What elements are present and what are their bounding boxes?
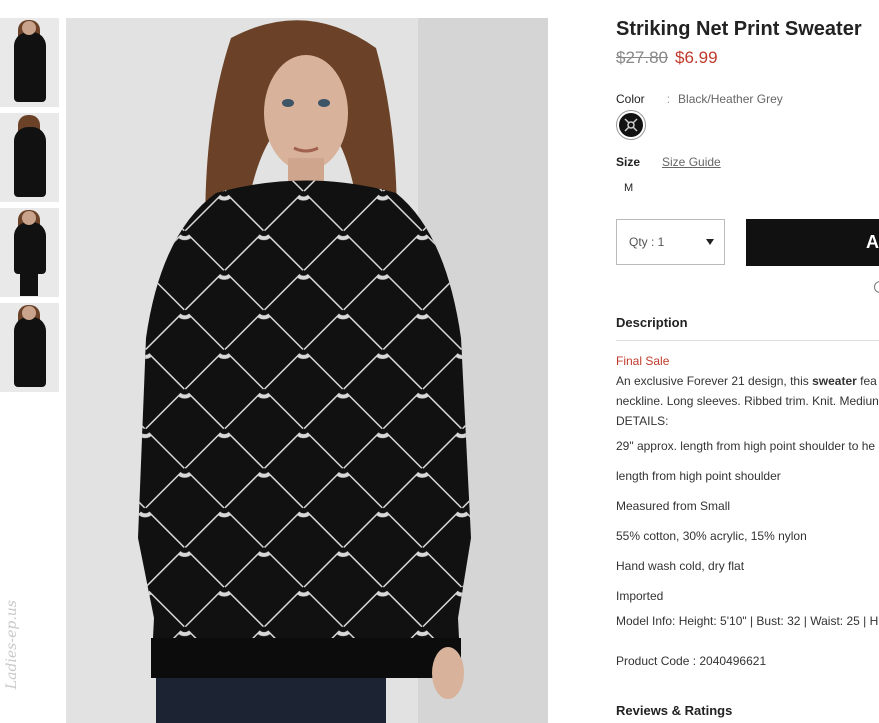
size-label: Size bbox=[616, 155, 641, 169]
description-intro: An exclusive Forever 21 design, this swe… bbox=[616, 374, 877, 388]
product-details-panel: Striking Net Print Sweater $27.80 $6.99 … bbox=[616, 0, 879, 723]
details-label: DETAILS: bbox=[616, 414, 669, 428]
quantity-value: Qty : 1 bbox=[629, 235, 665, 249]
original-price: $27.80 bbox=[616, 48, 668, 67]
thumb-legs bbox=[20, 274, 38, 296]
thumb-sweater bbox=[14, 222, 46, 274]
intro-text-end: fea bbox=[856, 374, 877, 388]
detail-item: Measured from Small bbox=[616, 499, 731, 513]
thumbnail-back[interactable] bbox=[0, 113, 59, 202]
detail-item: 29" approx. length from high point shoul… bbox=[616, 439, 876, 453]
color-swatch-black-heather-grey[interactable] bbox=[616, 110, 646, 140]
thumb-sweater bbox=[14, 127, 46, 197]
product-title: Striking Net Print Sweater bbox=[616, 18, 862, 40]
thumb-face bbox=[22, 21, 36, 35]
size-guide-link[interactable]: Size Guide bbox=[662, 155, 721, 169]
product-code: Product Code : 2040496621 bbox=[616, 654, 767, 668]
model-illustration bbox=[138, 20, 471, 723]
quantity-select[interactable]: Qty : 1 bbox=[616, 219, 725, 265]
intro-bold-word: sweater bbox=[812, 374, 857, 388]
color-row: Color: Black/Heather Grey bbox=[616, 92, 783, 106]
size-row: Size Size Guide bbox=[616, 155, 721, 169]
add-to-bag-button[interactable]: A bbox=[746, 219, 879, 266]
description-divider bbox=[616, 340, 879, 341]
thumbnail-strip bbox=[0, 18, 60, 398]
detail-item: Imported bbox=[616, 589, 664, 603]
color-value: Black/Heather Grey bbox=[678, 92, 783, 106]
thumb-face bbox=[22, 211, 36, 225]
detail-item: 55% cotton, 30% acrylic, 15% nylon bbox=[616, 529, 807, 543]
reviews-heading[interactable]: Reviews & Ratings bbox=[616, 703, 732, 718]
thumbnail-full-body[interactable] bbox=[0, 208, 59, 297]
chevron-down-icon bbox=[706, 239, 714, 245]
color-label: Color bbox=[616, 92, 645, 106]
main-product-image[interactable] bbox=[66, 18, 548, 723]
thumb-face bbox=[22, 306, 36, 320]
swatch-pattern-icon bbox=[619, 113, 643, 137]
description-line: neckline. Long sleeves. Ribbed trim. Kni… bbox=[616, 394, 879, 408]
size-option-m[interactable]: M bbox=[624, 182, 633, 194]
color-separator: : bbox=[666, 92, 671, 106]
thumb-sweater bbox=[14, 32, 46, 102]
detail-item: length from high point shoulder bbox=[616, 469, 781, 483]
sale-price: $6.99 bbox=[675, 48, 718, 67]
info-icon[interactable] bbox=[874, 281, 879, 293]
thumb-sweater bbox=[14, 317, 46, 387]
description-heading: Description bbox=[616, 315, 688, 330]
thumbnail-side[interactable] bbox=[0, 303, 59, 392]
intro-text-start: An exclusive Forever 21 design, this bbox=[616, 374, 813, 388]
detail-item: Hand wash cold, dry flat bbox=[616, 559, 745, 573]
watermark: Ladies-ep.us bbox=[4, 600, 20, 690]
model-info: Model Info: Height: 5'10" | Bust: 32 | W… bbox=[616, 614, 879, 628]
thumbnail-front[interactable] bbox=[0, 18, 59, 107]
final-sale-label: Final Sale bbox=[616, 354, 670, 368]
